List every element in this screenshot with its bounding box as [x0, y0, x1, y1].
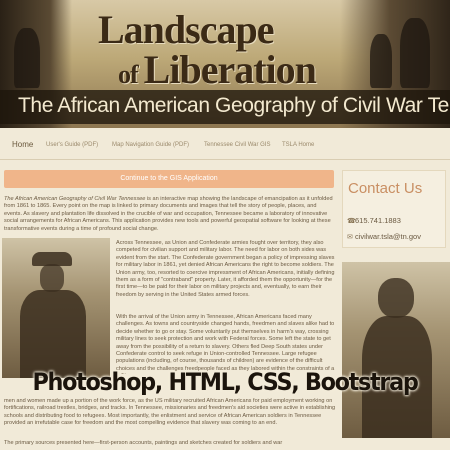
contact-email: ✉ civilwar.tsla@tn.gov — [347, 232, 421, 241]
paragraph-work-force: men and women made up a portion of the w… — [4, 398, 336, 427]
banner-figure — [14, 28, 40, 88]
phone-icon: ☎ — [347, 218, 356, 225]
intro-paragraph: The African American Geography of Civil … — [4, 196, 334, 234]
face-shape — [40, 264, 64, 292]
nav-home[interactable]: Home — [12, 140, 33, 149]
intro-title: The African American Geography of Civil … — [4, 196, 146, 202]
continue-gis-button[interactable]: Continue to the GIS Application — [4, 170, 334, 188]
banner-figure — [370, 34, 392, 88]
envelope-icon: ✉ — [347, 234, 353, 241]
site-title-line2: of Liberation — [118, 46, 317, 93]
site-subtitle: The African American Geography of Civil … — [18, 94, 450, 117]
email-link[interactable]: civilwar.tsla@tn.gov — [355, 232, 421, 241]
nav-map-navigation-guide[interactable]: Map Navigation Guide (PDF) — [112, 142, 189, 148]
site-title-of: of — [118, 60, 139, 89]
paragraph-challenges: With the arrival of the Union army in Te… — [116, 314, 335, 374]
head-shape — [378, 278, 414, 318]
contact-phone: ☎615.741.1883 — [347, 216, 401, 225]
top-nav: Home User's Guide (PDF) Map Navigation G… — [0, 134, 450, 160]
banner-figure — [400, 18, 430, 88]
woman-photo — [342, 262, 450, 438]
paragraph-sources: The primary sources presented here—first… — [4, 440, 283, 446]
body-shape — [20, 290, 86, 378]
contact-title: Contact Us — [348, 180, 423, 197]
header-banner: Landscape of Liberation The African Ameri… — [0, 0, 450, 128]
paragraph-labor: Across Tennessee, as Union and Confedera… — [116, 240, 335, 298]
nav-tsla-home[interactable]: TSLA Home — [282, 142, 314, 148]
nav-users-guide[interactable]: User's Guide (PDF) — [46, 142, 98, 148]
overlay-caption: Photoshop, HTML, CSS, Bootstrap — [32, 368, 418, 396]
nav-tennessee-civil-war-gis[interactable]: Tennessee Civil War GIS — [204, 142, 270, 148]
site-title-liberation: Liberation — [143, 47, 317, 92]
phone-number[interactable]: 615.741.1883 — [355, 216, 401, 225]
soldier-photo — [2, 238, 110, 378]
